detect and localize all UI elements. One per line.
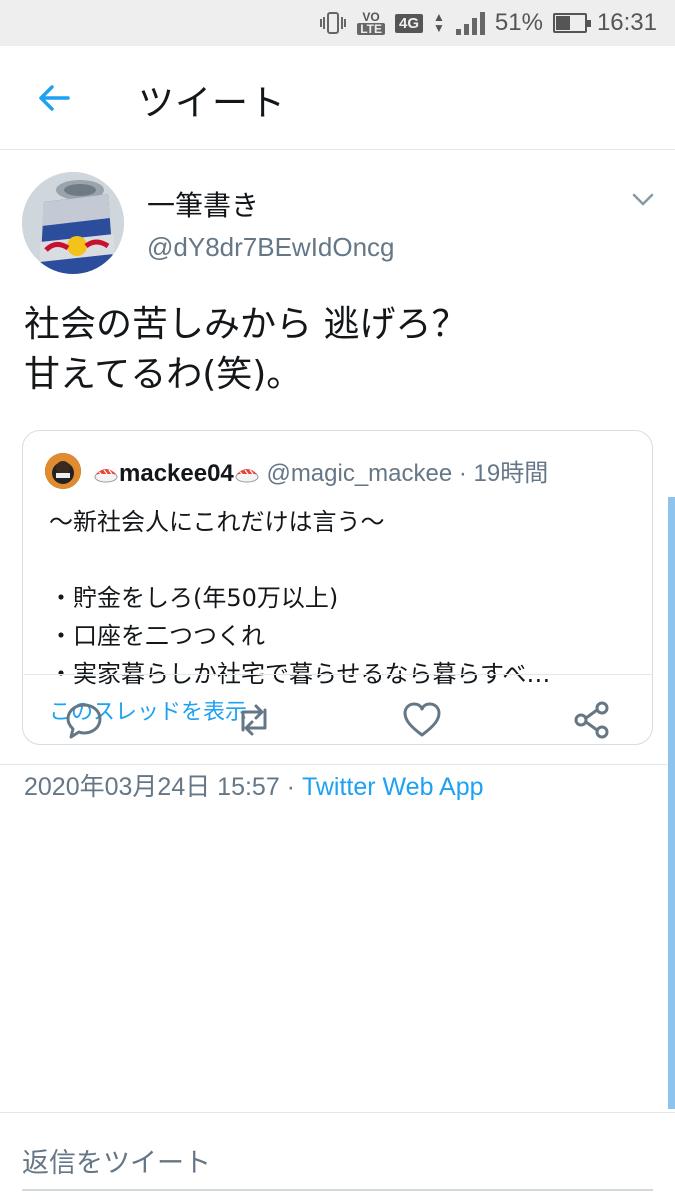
app-header: ツイート	[0, 46, 675, 150]
status-bar: VO LTE 4G ▲ ▼ 51% 16:31	[0, 0, 675, 46]
page-title: ツイート	[138, 83, 287, 124]
tweet-timestamp: 2020年03月24日 15:57 · Twitter Web App	[24, 767, 484, 803]
tweet-text: 社会の苦しみから 逃げろ？ 甘えてるわ(笑)。	[24, 304, 468, 395]
retweet-icon	[241, 704, 267, 736]
reply-bar: 返信をツイート	[0, 1112, 675, 1200]
clock: 16:31	[596, 9, 657, 36]
chevron-down-icon	[632, 193, 654, 206]
avatar	[45, 453, 81, 489]
share-icon	[574, 701, 609, 739]
reply-input[interactable]: 返信をツイート	[22, 1141, 211, 1180]
retweet-button[interactable]	[234, 700, 274, 740]
scrollbar[interactable]	[668, 497, 675, 1109]
reply-button[interactable]	[64, 700, 104, 740]
energy-drink-can-icon	[22, 172, 124, 274]
display-name[interactable]: 一筆書き	[147, 184, 259, 224]
avatar[interactable]	[22, 172, 124, 274]
quoted-display-name: mackee04	[119, 460, 234, 487]
tweet-source-link[interactable]: Twitter Web App	[302, 773, 484, 801]
quoted-tweet-header: mackee04 @magic_mackee · 19時間	[93, 453, 548, 488]
reply-input-underline	[22, 1189, 653, 1191]
vibrate-icon	[319, 9, 347, 37]
like-button[interactable]	[402, 700, 442, 740]
sushi-emoji-icon	[235, 469, 259, 483]
volte-icon: VO LTE	[357, 11, 385, 35]
battery-percent: 51%	[494, 9, 543, 36]
back-button[interactable]	[34, 78, 74, 118]
divider	[0, 764, 675, 765]
user-handle[interactable]: @dY8dr7BEwIdOncg	[147, 232, 395, 263]
action-bar	[0, 675, 675, 763]
tweet-menu-button[interactable]	[632, 192, 654, 208]
lte-label: LTE	[357, 23, 385, 35]
network-type-badge: 4G	[394, 13, 423, 33]
quoted-tweet-text: 〜新社会人にこれだけは言う〜 ・貯金をしろ(年50万以上) ・口座を二つつくれ …	[49, 508, 551, 688]
share-button[interactable]	[572, 700, 612, 740]
like-icon	[403, 702, 441, 737]
battery-fill	[555, 16, 571, 30]
sushi-emoji-icon	[94, 469, 118, 483]
quoted-handle-time: @magic_mackee · 19時間	[259, 460, 549, 487]
timestamp-text: 2020年03月24日 15:57 ·	[24, 773, 302, 801]
reply-icon	[66, 703, 102, 739]
battery-icon	[552, 13, 591, 33]
data-activity-icon: ▲ ▼	[433, 10, 445, 35]
arrow-left-icon	[39, 85, 70, 111]
signal-icon	[455, 11, 485, 35]
